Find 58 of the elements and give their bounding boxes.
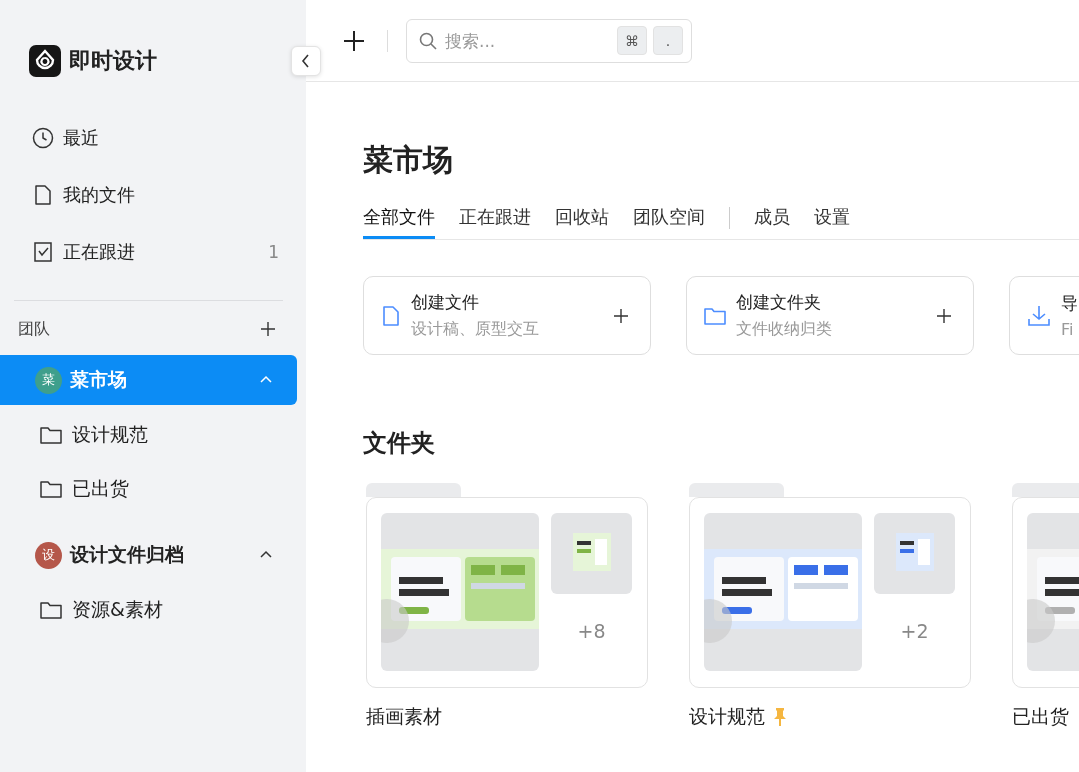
plus-icon xyxy=(937,308,951,323)
tab[interactable]: 成员 xyxy=(754,196,790,239)
more-count: +8 xyxy=(577,620,606,642)
plus-icon xyxy=(261,322,275,336)
folder-icon xyxy=(704,305,726,326)
action-card[interactable]: 导 Fi xyxy=(1009,276,1079,355)
search-icon xyxy=(419,31,437,50)
logo-icon xyxy=(29,45,61,77)
shortcut-key: ⌘ xyxy=(617,26,647,55)
plus-icon xyxy=(614,308,628,323)
tab[interactable]: 回收站 xyxy=(555,196,609,239)
download-icon xyxy=(1027,304,1051,327)
tab[interactable]: 设置 xyxy=(814,196,850,239)
nav-item[interactable]: 正在跟进 1 xyxy=(0,223,297,280)
folder-icon xyxy=(40,601,62,619)
section-label: 团队 xyxy=(18,318,50,340)
pin-icon xyxy=(773,707,787,727)
action-subtitle: 文件收纳归类 xyxy=(736,319,833,340)
action-subtitle: 设计稿、原型交互 xyxy=(411,319,540,340)
search-field[interactable]: 搜索... ⌘ . xyxy=(406,18,692,63)
action-title: 创建文件夹 xyxy=(736,291,822,314)
shortcut-key: . xyxy=(653,26,683,55)
document-icon xyxy=(381,304,401,327)
folder-icon xyxy=(40,426,62,444)
brand-name: 即时设计 xyxy=(69,47,157,75)
action-title: 导 xyxy=(1061,292,1079,315)
folder-item[interactable]: 设计规范 xyxy=(0,408,297,462)
more-count: +2 xyxy=(900,620,929,642)
section-title: 文件夹 xyxy=(363,428,436,459)
action-card[interactable]: 创建文件夹 文件收纳归类 xyxy=(686,276,974,355)
tab[interactable]: 正在跟进 xyxy=(459,196,531,239)
checked-document-icon xyxy=(32,240,54,263)
plus-icon xyxy=(343,29,365,52)
document-icon xyxy=(32,183,54,206)
folder-icon xyxy=(40,480,62,498)
folder-card[interactable]: +2 xyxy=(689,497,971,688)
folder-name: 已出货 xyxy=(1012,704,1069,729)
count-label: 1 xyxy=(268,241,279,262)
search-input[interactable]: 搜索... xyxy=(443,29,611,52)
folder-item[interactable]: 已出货 xyxy=(0,462,297,516)
folder-card[interactable]: +8 xyxy=(366,497,648,688)
team-item[interactable]: 设 设计文件归档 xyxy=(0,530,297,580)
team-avatar: 设 xyxy=(35,541,62,569)
folder-item[interactable]: 资源&素材 xyxy=(0,583,297,637)
clock-icon xyxy=(32,126,54,149)
chevron-left-icon xyxy=(301,54,311,68)
action-subtitle: Fi xyxy=(1061,320,1075,339)
collapse-sidebar-button[interactable] xyxy=(291,46,321,76)
nav-item[interactable]: 我的文件 xyxy=(0,166,297,223)
folder-name: 设计规范 xyxy=(689,704,765,729)
action-card[interactable]: 创建文件 设计稿、原型交互 xyxy=(363,276,651,355)
action-title: 创建文件 xyxy=(411,291,480,314)
folder-name: 插画素材 xyxy=(366,704,442,729)
nav-item[interactable]: 最近 xyxy=(0,109,297,166)
tab[interactable]: 全部文件 xyxy=(363,196,435,239)
tab[interactable]: 团队空间 xyxy=(633,196,705,239)
project-title: 菜市场 xyxy=(363,141,454,179)
team-avatar: 菜 xyxy=(35,366,62,394)
